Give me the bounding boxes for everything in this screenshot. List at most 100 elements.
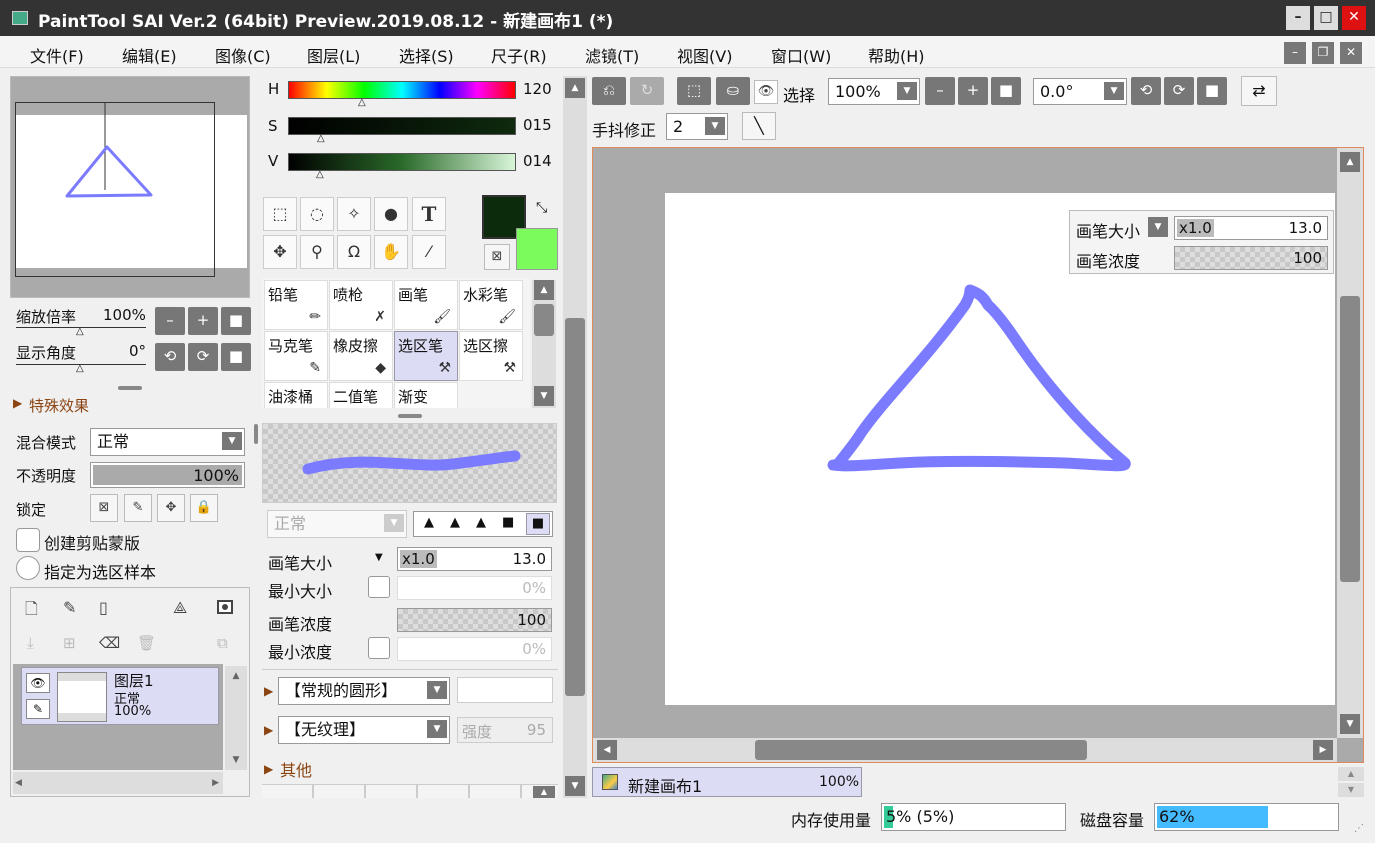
rotate-right-button[interactable]: ⟳: [188, 343, 218, 371]
min-size-input[interactable]: 0%: [397, 576, 552, 600]
canvas-viewport[interactable]: 画笔大小 ▼ x1.0 13.0 画笔浓度 100 ▲ ▼ ◀ ▶: [592, 147, 1364, 763]
expand-arrow-icon[interactable]: ▶: [13, 396, 22, 410]
resize-grip-icon[interactable]: ⋰: [1354, 823, 1364, 834]
tip-sharp-icon[interactable]: ▲: [424, 515, 434, 530]
invert-selection-button[interactable]: ⛀: [716, 77, 750, 105]
move-icon[interactable]: ✥: [263, 235, 297, 269]
delete-layer-icon[interactable]: 🗑: [137, 634, 156, 652]
hand-icon[interactable]: ✋: [374, 235, 408, 269]
tip-square-icon[interactable]: ■: [502, 515, 514, 530]
tip-flat-icon[interactable]: ■: [526, 513, 550, 535]
tabs-scroll-up[interactable]: ▲: [1338, 767, 1364, 781]
tool-marker[interactable]: 马克笔 ✎: [264, 331, 328, 381]
blend-mode-select[interactable]: 正常 ▼: [90, 428, 245, 456]
menu-window[interactable]: 窗口(W): [771, 43, 831, 67]
rotate-left-button[interactable]: ⟲: [155, 343, 185, 371]
brush-shape-preview[interactable]: [457, 677, 553, 703]
canvas-vscroll[interactable]: ▲ ▼: [1337, 148, 1363, 738]
magic-wand-icon[interactable]: ✧: [337, 197, 371, 231]
new-linework-layer-icon[interactable]: ✎: [63, 598, 76, 617]
layer-transform-icon[interactable]: ⧉: [217, 634, 228, 652]
middle-scroll-thumb[interactable]: [565, 318, 585, 696]
toolbar-rotate-reset-button[interactable]: ■: [1197, 77, 1227, 105]
pencil-icon[interactable]: ✎: [26, 699, 50, 719]
middle-panel-scrollbar[interactable]: ▲ ▼: [563, 76, 587, 798]
toolbar-zoom-reset-button[interactable]: ■: [991, 77, 1021, 105]
tool-grid-scrollbar[interactable]: ▲ ▼: [532, 280, 556, 408]
color-select-icon[interactable]: ●: [374, 197, 408, 231]
brush-size-presets[interactable]: [262, 784, 558, 798]
expand-arrow-icon[interactable]: ▶: [264, 762, 273, 776]
minimize-button[interactable]: –: [1286, 6, 1310, 30]
layer-row[interactable]: 👁 ✎ 图层1 正常 100%: [21, 667, 219, 725]
selection-source-checkbox[interactable]: [16, 556, 40, 580]
saturation-slider-thumb[interactable]: △: [317, 133, 325, 144]
zoom-slider-thumb[interactable]: △: [76, 326, 84, 337]
menu-image[interactable]: 图像(C): [215, 43, 271, 67]
tabs-scroll-down[interactable]: ▼: [1338, 783, 1364, 797]
value-slider-thumb[interactable]: △: [316, 169, 324, 180]
eyedropper-icon[interactable]: ⁄: [412, 235, 446, 269]
tool-airbrush[interactable]: 喷枪 ✗: [329, 280, 393, 330]
lasso-icon[interactable]: ◌: [300, 197, 334, 231]
tool-select-eraser[interactable]: 选区擦 ⚒: [459, 331, 523, 381]
menu-layer[interactable]: 图层(L): [307, 43, 360, 67]
lock-all-icon[interactable]: 🔒: [190, 494, 218, 522]
maximize-button[interactable]: □: [1314, 6, 1338, 30]
chevron-down-icon[interactable]: ▼: [1148, 217, 1168, 237]
presets-scroll-up[interactable]: ▲: [533, 786, 555, 798]
zoom-reset-button[interactable]: ■: [221, 307, 251, 335]
canvas-vscroll-thumb[interactable]: [1340, 296, 1360, 582]
stabilizer-select[interactable]: 2 ▼: [666, 113, 728, 140]
brush-shape-selector[interactable]: ▲ ▲ ▲ ■ ■: [413, 511, 553, 537]
canvas-hscroll-thumb[interactable]: [755, 740, 1087, 760]
tool-select-pen[interactable]: 选区笔 ⚒: [394, 331, 458, 381]
menu-help[interactable]: 帮助(H): [868, 43, 925, 67]
angle-slider-thumb[interactable]: △: [76, 363, 84, 374]
toolbar-rotate-left-button[interactable]: ⟲: [1131, 77, 1161, 105]
toolbar-rotate-right-button[interactable]: ⟳: [1164, 77, 1194, 105]
layer-mask-icon[interactable]: [217, 600, 233, 614]
doc-minimize-button[interactable]: –: [1284, 42, 1306, 64]
navigator-preview[interactable]: [10, 76, 250, 298]
menu-ruler[interactable]: 尺子(R): [491, 43, 547, 67]
tool-eraser[interactable]: 橡皮擦 ◆: [329, 331, 393, 381]
tool-bucket[interactable]: 油漆桶: [264, 382, 328, 408]
menu-select[interactable]: 选择(S): [399, 43, 454, 67]
toolbar-zoom-out-button[interactable]: –: [925, 77, 955, 105]
panel-splitter[interactable]: [118, 386, 142, 390]
overlay-density-slider[interactable]: 100: [1174, 246, 1328, 270]
tool-pencil[interactable]: 铅笔 ✏: [264, 280, 328, 330]
overlay-size-input[interactable]: x1.0 13.0: [1174, 216, 1328, 240]
zoom-select[interactable]: 100% ▼: [828, 78, 920, 105]
tip-soft-icon[interactable]: ▲: [476, 515, 486, 530]
brush-texture-select[interactable]: 【无纹理】 ▼: [278, 716, 450, 744]
menu-view[interactable]: 视图(V): [677, 43, 732, 67]
toolbar-zoom-in-button[interactable]: +: [958, 77, 988, 105]
texture-strength-slider[interactable]: 强度 95: [457, 717, 553, 743]
rotate-reset-button[interactable]: ■: [221, 343, 251, 371]
swap-colors-icon[interactable]: ⤡: [536, 200, 547, 216]
min-density-checkbox[interactable]: [368, 637, 390, 659]
lock-paint-icon[interactable]: ✎: [124, 494, 152, 522]
hue-slider[interactable]: [288, 81, 516, 99]
rect-select-icon[interactable]: ⬚: [263, 197, 297, 231]
doc-close-button[interactable]: ✕: [1340, 42, 1362, 64]
caret-down-icon[interactable]: ▼: [375, 552, 383, 563]
tool-splitter[interactable]: [398, 414, 422, 418]
min-density-input[interactable]: 0%: [397, 637, 552, 661]
undo-button[interactable]: ⎌: [592, 77, 626, 105]
hue-slider-thumb[interactable]: △: [358, 97, 366, 108]
new-folder-icon[interactable]: ▯: [99, 598, 108, 617]
menu-edit[interactable]: 编辑(E): [122, 43, 177, 67]
min-size-checkbox[interactable]: [368, 576, 390, 598]
effects-label[interactable]: 特殊效果: [29, 395, 89, 416]
brush-mode-select[interactable]: 正常 ▼: [267, 510, 407, 538]
brush-density-slider[interactable]: 100: [397, 608, 552, 632]
expand-arrow-icon[interactable]: ▶: [264, 684, 273, 698]
redo-button[interactable]: ↻: [630, 77, 664, 105]
brush-size-input[interactable]: x1.0 13.0: [397, 547, 552, 571]
lock-move-icon[interactable]: ✥: [157, 494, 185, 522]
merge-layer-icon[interactable]: ⊞: [63, 634, 76, 652]
close-button[interactable]: ✕: [1342, 6, 1366, 30]
